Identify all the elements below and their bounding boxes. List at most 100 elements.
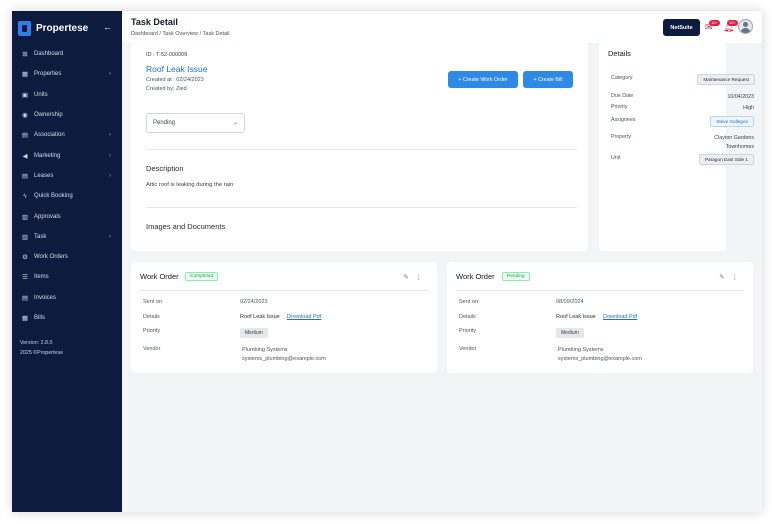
sent-on-value: 08/09/2024 (556, 299, 584, 305)
details-label: Details (143, 314, 160, 320)
sidebar-item-label: Marketing (34, 152, 61, 159)
alerts-notification-button[interactable]: 🔔︎ 10+ (722, 20, 738, 35)
sent-on-label: Sent on (459, 299, 478, 305)
bolt-icon: ϟ (23, 192, 27, 200)
sidebar-item-quick-booking[interactable]: ϟ Quick Booking (12, 186, 122, 206)
more-vertical-icon[interactable]: ⋮ (732, 274, 739, 281)
top-bar: Task Detail Dashboard / Task Overview / … (122, 11, 762, 43)
doc-icon: ▤ (21, 172, 29, 180)
avatar[interactable] (738, 19, 753, 34)
task-card: ID : T-52-000009 Roof Leak Issue Created… (131, 43, 588, 251)
detail-label: Category (611, 75, 633, 81)
sidebar-item-properties[interactable]: ▦ Properties › (12, 64, 122, 84)
create-bill-button[interactable]: + Create Bill (523, 71, 573, 88)
download-pdf-link[interactable]: Download Pdf (603, 314, 637, 320)
sidebar-item-label: Bills (34, 315, 46, 321)
sidebar-item-label: Association (34, 132, 65, 139)
breadcrumb[interactable]: Dashboard / Task Overview / Task Detail (131, 31, 230, 37)
sidebar-item-label: Units (34, 91, 48, 98)
edit-icon[interactable]: ✎ (719, 274, 724, 281)
notification-badge: 10+ (709, 20, 720, 26)
sidebar-item-ownership[interactable]: ◉ Ownership (12, 105, 122, 125)
create-work-order-button[interactable]: + Create Work Order (448, 71, 518, 88)
sidebar: Propertese ← ⊞ Dashboard ▦ Properties › … (12, 11, 122, 512)
sidebar-item-label: Leases (34, 172, 54, 179)
unit-badge: Paragon East Side 1 (699, 154, 754, 165)
version-info: Version: 2.8.0 2025 ©Propertese (20, 338, 63, 358)
vendor-info: Plumbing Systems systems_plumbing@exampl… (558, 346, 642, 363)
chevron-right-icon: › (109, 172, 111, 179)
building-icon: ▦ (21, 71, 29, 79)
priority-badge: Medium (556, 328, 584, 338)
divider (146, 207, 577, 208)
priority-badge: Medium (240, 328, 268, 338)
work-order-card: Work Order Pending ✎ ⋮ Sent on 08/09/202… (447, 262, 753, 373)
detail-label: Priority (611, 104, 628, 110)
sidebar-item-label: Items (34, 274, 49, 281)
sidebar-item-label: Ownership (34, 112, 63, 119)
vendor-name: Plumbing Systems (242, 347, 288, 353)
sidebar-item-leases[interactable]: ▤ Leases › (12, 166, 122, 186)
assignee-chip[interactable]: Steve Gallegos (710, 116, 754, 127)
sidebar-item-invoices[interactable]: ▤ Invoices (12, 288, 122, 308)
chevron-down-icon: ⌄ (232, 120, 238, 126)
property-value: Clayton Gardens Townhomes (674, 134, 754, 151)
brand-name: Propertese (36, 22, 89, 34)
work-order-title: Work Order (456, 272, 495, 281)
sidebar-item-task[interactable]: ▥ Task › (12, 227, 122, 247)
created-by: Created by: Zied (146, 86, 187, 92)
sidebar-item-dashboard[interactable]: ⊞ Dashboard (12, 44, 122, 64)
chevron-right-icon: › (109, 71, 111, 78)
status-badge: Pending (502, 272, 530, 281)
divider (140, 290, 428, 291)
download-pdf-link[interactable]: Download Pdf (287, 314, 321, 320)
sidebar-item-label: Quick Booking (34, 193, 73, 200)
work-order-card: Work Order Completed ✎ ⋮ Sent on 02/24/2… (131, 262, 437, 373)
sidebar-nav: ⊞ Dashboard ▦ Properties › ▣ Units ◉ Own… (12, 44, 122, 328)
version-text: Version: 2.8.0 (20, 340, 53, 346)
sidebar-item-approvals[interactable]: ▥ Approvals (12, 206, 122, 226)
work-order-actions: ✎ ⋮ (719, 273, 738, 281)
task-title: Roof Leak Issue (146, 64, 208, 74)
due-date-value: 10/04/2023 (727, 94, 754, 100)
doc-icon: ▤ (21, 132, 29, 140)
sidebar-item-label: Approvals (34, 213, 61, 220)
sidebar-item-items[interactable]: ☰ Items (12, 267, 122, 287)
sidebar-item-marketing[interactable]: ◀ Marketing › (12, 145, 122, 165)
clipboard-icon: ▥ (21, 213, 29, 221)
detail-label: Property (611, 134, 632, 140)
category-badge: Maintenance Request (697, 74, 755, 85)
sidebar-item-work-orders[interactable]: ⚙ Work Orders (12, 247, 122, 267)
vendor-label: Vendor (459, 346, 477, 352)
sidebar-item-units[interactable]: ▣ Units (12, 85, 122, 105)
brand[interactable]: Propertese (18, 18, 88, 38)
task-id: ID : T-52-000009 (146, 52, 188, 58)
grid-icon: ⊞ (22, 51, 28, 59)
more-vertical-icon[interactable]: ⋮ (416, 274, 423, 281)
vendor-info: Plumbing Systems systems_plumbing@exampl… (242, 346, 326, 363)
messages-notification-button[interactable]: ✉ 10+ (704, 20, 720, 35)
vendor-email: systems_plumbing@example.com (558, 355, 642, 362)
sidebar-item-bills[interactable]: ▦ Bills (12, 308, 122, 328)
sidebar-item-association[interactable]: ▤ Association › (12, 125, 122, 145)
sent-on-label: Sent on (143, 299, 162, 305)
status-select[interactable]: Pending ⌄ (146, 113, 245, 133)
images-documents-heading: Images and Documents (146, 222, 226, 231)
created-at: Created at : 02/24/2023 (146, 77, 204, 83)
details-value: Roof Leak Issue (556, 314, 596, 320)
detail-label: Unit (611, 155, 621, 161)
chevron-right-icon: › (109, 152, 111, 159)
vendor-name: Plumbing Systems (558, 347, 604, 353)
collapse-sidebar-icon[interactable]: ← (103, 22, 112, 32)
priority-label: Priority (143, 328, 161, 334)
vendor-email: systems_plumbing@example.com (242, 355, 326, 362)
invoice-icon: ▤ (21, 294, 29, 302)
clipboard-icon: ▥ (21, 233, 29, 241)
details-value: Roof Leak Issue (240, 314, 280, 320)
property-line-1: Clayton Gardens (714, 135, 754, 141)
edit-icon[interactable]: ✎ (403, 274, 408, 281)
chevron-right-icon: › (109, 132, 111, 139)
chevron-right-icon: › (109, 233, 111, 240)
description-heading: Description (146, 164, 184, 173)
netsuite-button[interactable]: NetSuite (663, 19, 700, 36)
